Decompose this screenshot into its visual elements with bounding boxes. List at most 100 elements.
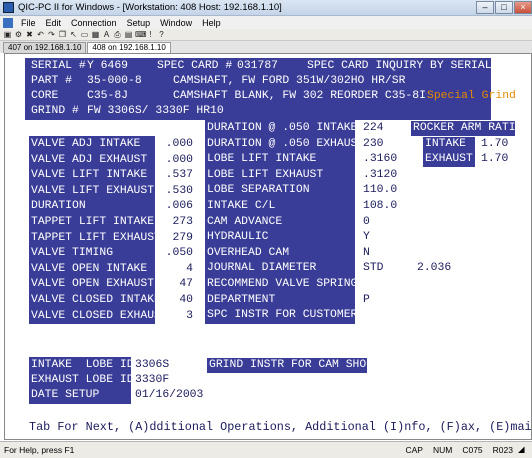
status-num: NUM [432, 445, 453, 455]
mid-spec-label: LOBE LIFT EXHAUST [205, 167, 355, 183]
screen-title: SPEC CARD INQUIRY BY SERIAL # [305, 59, 506, 74]
left-spec-value[interactable]: 47 [155, 277, 193, 291]
left-spec-value[interactable]: .000 [155, 153, 193, 167]
grind-label: GRIND # [29, 104, 85, 119]
grind-value[interactable]: FW 3306S/ 3330F HR10 [87, 104, 224, 118]
exhaust-lobe-label: EXHAUST LOBE ID [29, 373, 134, 388]
help-icon[interactable]: ? [157, 30, 166, 39]
intake-lobe-value[interactable]: 3306S [135, 358, 169, 372]
menu-help[interactable]: Help [197, 18, 226, 28]
rocker-exhaust-value[interactable]: 1.70 [481, 152, 508, 166]
left-spec-label: TAPPET LIFT INTAKE [29, 215, 155, 230]
date-setup-value[interactable]: 01/16/2003 [135, 388, 203, 402]
connect-icon[interactable]: ⚙ [14, 30, 23, 39]
toolbar: ▣ ⚙ ✖ ↶ ↷ ❐ ↖ ▭ ▦ A ⎙ ▤ ⌨ ! ? [0, 29, 532, 41]
terminal-screen[interactable]: SERIAL # Y 6469 SPEC CARD # 031787 SPEC … [4, 53, 532, 440]
menu-setup[interactable]: Setup [122, 18, 156, 28]
left-spec-value[interactable]: .050 [155, 246, 193, 260]
rocker-intake-label: INTAKE [423, 137, 475, 152]
maximize-button[interactable]: □ [495, 1, 513, 14]
left-spec-value[interactable]: 4 [155, 262, 193, 276]
keyboard-icon[interactable]: ⌨ [135, 30, 147, 39]
tab-session-408[interactable]: 408 on 192.168.1.10 [87, 42, 171, 53]
mid-spec-value[interactable]: 230 [363, 137, 384, 151]
print-icon[interactable]: ⎙ [113, 30, 122, 39]
left-spec-value[interactable]: 273 [155, 215, 193, 229]
left-spec-value[interactable]: 279 [155, 231, 193, 245]
mid-spec-label: HYDRAULIC [205, 230, 355, 246]
menu-window[interactable]: Window [155, 18, 197, 28]
mid-spec-extra-value[interactable]: 2.036 [417, 261, 451, 275]
mid-spec-label: RECOMMEND VALVE SPRINGS [205, 277, 365, 292]
grind-instr-label[interactable]: GRIND INSTR FOR CAM SHOP [207, 358, 373, 373]
chart-icon[interactable]: ▤ [124, 30, 133, 39]
spec-card-value[interactable]: 031787 [237, 59, 278, 73]
window-titlebar: QIC-PC II for Windows - [Workstation: 40… [0, 0, 532, 16]
status-bar: For Help, press F1 CAP NUM C075 R023 ◢ [0, 441, 532, 458]
session-tabs: 407 on 192.168.1.10 408 on 192.168.1.10 [0, 41, 532, 53]
mid-spec-value[interactable]: P [363, 293, 370, 307]
left-spec-label: VALVE CLOSED INTAKE [29, 293, 161, 308]
mid-spec-value[interactable]: 224 [363, 121, 384, 135]
menu-bar: File Edit Connection Setup Window Help [0, 16, 532, 29]
alert-icon[interactable]: ! [146, 30, 155, 39]
tab-session-407[interactable]: 407 on 192.168.1.10 [3, 42, 87, 53]
left-spec-label: VALVE ADJ INTAKE [29, 137, 155, 152]
left-spec-label: VALVE LIFT INTAKE [29, 168, 155, 184]
part-value[interactable]: 35-000-8 [87, 74, 142, 88]
left-spec-value[interactable]: 3 [155, 309, 193, 323]
minimize-button[interactable]: – [476, 1, 494, 14]
undo-icon[interactable]: ↶ [36, 30, 45, 39]
menu-file[interactable]: File [16, 18, 41, 28]
mid-spec-label: JOURNAL DIAMETER [205, 261, 355, 277]
layout-icon[interactable]: ▦ [91, 30, 100, 39]
cursor-icon[interactable]: ↖ [69, 30, 78, 39]
rocker-exhaust-label: EXHAUST [423, 152, 475, 167]
disconnect-icon[interactable]: ✖ [25, 30, 34, 39]
mid-spec-value[interactable]: Y [363, 230, 370, 244]
rocker-arm-title: ROCKER ARM RATIO [411, 121, 523, 136]
core-value[interactable]: C35-8J [87, 89, 128, 103]
status-help-text: For Help, press F1 [4, 445, 75, 455]
part-label: PART # [29, 74, 85, 89]
left-spec-value[interactable]: .006 [155, 199, 193, 213]
rocker-intake-value[interactable]: 1.70 [481, 137, 508, 151]
left-spec-label: VALVE OPEN EXHAUST [29, 277, 155, 293]
resize-grip-icon[interactable]: ◢ [518, 444, 530, 456]
serial-label: SERIAL # [29, 59, 86, 74]
core-label: CORE [29, 89, 85, 104]
menu-edit[interactable]: Edit [41, 18, 67, 28]
mid-spec-value[interactable]: .3160 [363, 152, 397, 166]
close-button[interactable]: × [514, 1, 532, 14]
mid-spec-label: DURATION @ .050 INTAKE [205, 121, 358, 136]
new-icon[interactable]: ▣ [3, 30, 12, 39]
mid-spec-value[interactable]: STD [363, 261, 384, 275]
mid-spec-value[interactable]: N [363, 246, 370, 260]
command-prompt[interactable]: Tab For Next, (A)dditional Operations, A… [29, 420, 532, 434]
left-spec-value[interactable]: .537 [155, 168, 193, 182]
menu-connection[interactable]: Connection [66, 18, 122, 28]
exhaust-lobe-value[interactable]: 3330F [135, 373, 169, 387]
left-spec-label: VALVE CLOSED EXHAUST [29, 308, 168, 324]
mid-spec-value[interactable]: .3120 [363, 168, 397, 182]
mid-spec-label: CAM ADVANCE [205, 214, 355, 230]
copy-icon[interactable]: ❐ [58, 30, 67, 39]
window-title: QIC-PC II for Windows - [Workstation: 40… [18, 2, 282, 13]
left-spec-value[interactable]: .000 [155, 137, 193, 151]
system-menu-icon[interactable] [3, 17, 13, 28]
mid-spec-value[interactable]: 110.0 [363, 183, 397, 197]
mid-spec-label: OVERHEAD CAM [205, 245, 355, 261]
mid-spec-label: SPC INSTR FOR CUSTOMER [205, 308, 358, 324]
mid-spec-label: DEPARTMENT [205, 292, 355, 308]
mid-spec-value[interactable]: 108.0 [363, 199, 397, 213]
left-spec-value[interactable]: .530 [155, 184, 193, 198]
left-spec-value[interactable]: 40 [155, 293, 193, 307]
mid-spec-label: INTAKE C/L [205, 199, 355, 214]
font-icon[interactable]: A [102, 30, 111, 39]
redo-icon[interactable]: ↷ [47, 30, 56, 39]
date-setup-label: DATE SETUP [29, 388, 131, 403]
mid-spec-value[interactable]: 0 [363, 215, 370, 229]
status-column: C075 [462, 445, 483, 455]
select-icon[interactable]: ▭ [80, 30, 89, 39]
serial-value[interactable]: Y 6469 [87, 59, 128, 73]
